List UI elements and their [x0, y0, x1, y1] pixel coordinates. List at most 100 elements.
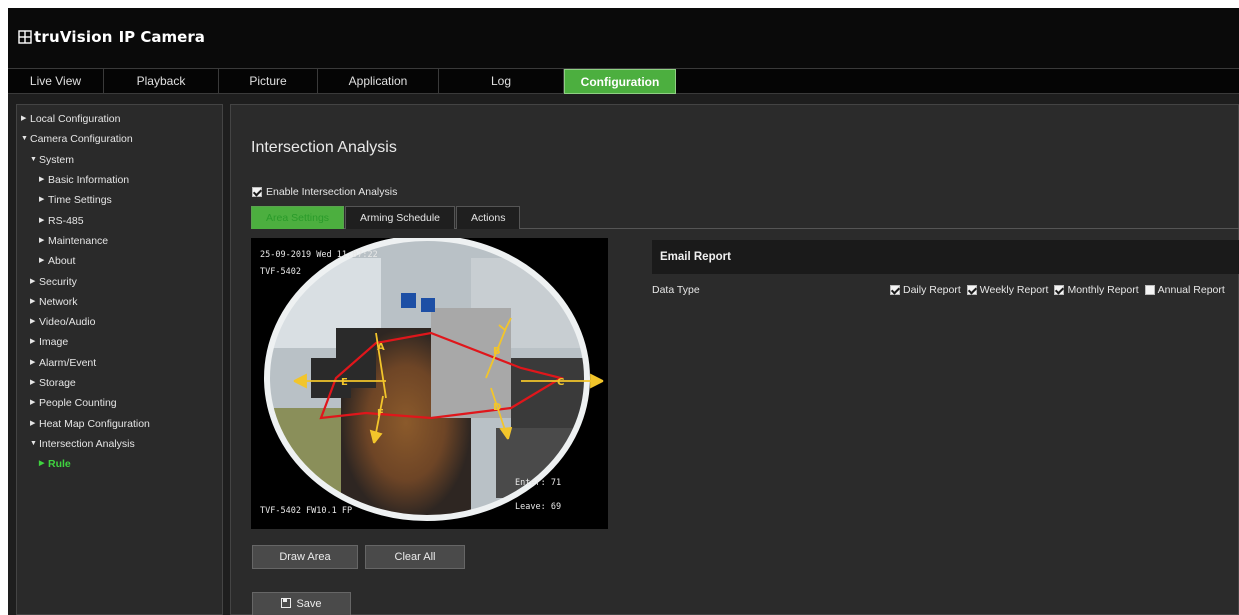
tab-application[interactable]: Application: [318, 69, 439, 94]
monthly-report-checkbox[interactable]: [1054, 285, 1065, 295]
sidebar-item-alarm-event[interactable]: ▶ Alarm/Event: [17, 353, 222, 373]
video-enter-count: Enter: 71: [515, 478, 562, 488]
save-button[interactable]: Save: [252, 592, 351, 615]
video-leave-count: Leave: 69: [515, 502, 562, 512]
tab-log[interactable]: Log: [439, 69, 564, 94]
sidebar-item-basic-information[interactable]: ▶ Basic Information: [17, 170, 222, 190]
area-label-a: A: [377, 342, 385, 353]
enable-intersection-analysis-label: Enable Intersection Analysis: [266, 186, 398, 198]
sidebar-item-label: Local Configuration: [30, 113, 121, 126]
sidebar-item-label: About: [48, 255, 76, 268]
tab-playback[interactable]: Playback: [104, 69, 219, 94]
caret-right-icon: ▶: [30, 318, 36, 326]
save-button-label: Save: [296, 598, 322, 610]
tab-live-view[interactable]: Live View: [8, 69, 104, 94]
sidebar-item-rs-485[interactable]: ▶ RS-485: [17, 210, 222, 230]
save-disk-icon: [281, 598, 292, 608]
monthly-report-label: Monthly Report: [1067, 284, 1139, 296]
sidebar-item-label: Image: [39, 336, 69, 349]
main-panel: Intersection Analysis Enable Intersectio…: [230, 104, 1239, 615]
clear-all-button[interactable]: Clear All: [365, 545, 465, 569]
caret-down-icon: ▼: [21, 135, 28, 143]
annual-report-checkbox[interactable]: [1144, 285, 1155, 295]
sidebar-item-image[interactable]: ▶ Image: [17, 332, 222, 352]
caret-right-icon: ▶: [30, 297, 36, 305]
sidebar-item-people-counting[interactable]: ▶ People Counting: [17, 393, 222, 413]
logo-mark-icon: [18, 30, 32, 44]
area-label-b: B: [493, 346, 501, 357]
sidebar-item-heat-map-configuration[interactable]: ▶ Heat Map Configuration: [17, 413, 222, 433]
enable-intersection-analysis-row[interactable]: Enable Intersection Analysis: [252, 186, 397, 198]
weekly-report-label: Weekly Report: [979, 284, 1049, 296]
enable-intersection-analysis-checkbox[interactable]: [252, 187, 262, 197]
sidebar-item-security[interactable]: ▶ Security: [17, 271, 222, 291]
area-label-f: F: [377, 408, 384, 419]
tab-picture[interactable]: Picture: [219, 69, 318, 94]
area-label-d: D: [493, 402, 501, 413]
caret-right-icon: ▶: [39, 216, 45, 224]
daily-report-checkbox[interactable]: [890, 285, 900, 295]
weekly-report-checkbox[interactable]: [966, 285, 977, 295]
caret-right-icon: ▶: [39, 176, 45, 184]
monthly-report-option[interactable]: Monthly Report: [1054, 284, 1139, 296]
sidebar-item-label: Basic Information: [48, 174, 130, 187]
sidebar-item-about[interactable]: ▶ About: [17, 251, 222, 271]
logo: truVision IP Camera: [18, 28, 205, 46]
brand-suffix: IP Camera: [118, 28, 205, 46]
video-firmware: TVF-5402 FW10.1 FP: [260, 506, 353, 516]
tab-configuration[interactable]: Configuration: [564, 69, 676, 94]
daily-report-label: Daily Report: [903, 284, 961, 296]
area-label-c: C: [557, 377, 564, 388]
annual-report-option[interactable]: Annual Report: [1144, 284, 1225, 296]
sidebar-item-rule[interactable]: ▶ Rule: [17, 454, 222, 474]
brand-name: truVision: [34, 28, 113, 46]
sidebar-item-label: Alarm/Event: [39, 356, 97, 369]
tab-area-settings[interactable]: Area Settings: [251, 206, 345, 229]
sidebar-item-label: Video/Audio: [39, 316, 96, 329]
sidebar-item-system[interactable]: ▼ System: [17, 150, 222, 170]
sidebar-item-intersection-analysis[interactable]: ▼ Intersection Analysis: [17, 434, 222, 454]
data-type-label: Data Type: [652, 284, 700, 296]
annual-report-label: Annual Report: [1157, 284, 1225, 296]
daily-report-option[interactable]: Daily Report: [890, 284, 961, 296]
caret-right-icon: ▶: [30, 399, 36, 407]
caret-right-icon: ▶: [39, 236, 45, 244]
sidebar-item-network[interactable]: ▶ Network: [17, 292, 222, 312]
sidebar-item-label: Storage: [39, 377, 76, 389]
caret-right-icon: ▶: [39, 196, 45, 204]
sidebar: ▶ Local Configuration ▼ Camera Configurati…: [16, 104, 223, 615]
draw-area-button[interactable]: Draw Area: [252, 545, 358, 569]
sidebar-item-storage[interactable]: ▶ Storage: [17, 373, 222, 393]
main-nav: Live View Playback Picture Application L…: [8, 68, 1239, 94]
caret-right-icon: ▶: [21, 115, 27, 123]
sidebar-item-label: Maintenance: [48, 234, 109, 247]
area-label-e: E: [341, 377, 348, 388]
caret-right-icon: ▶: [30, 358, 36, 366]
caret-right-icon: ▶: [30, 419, 36, 427]
weekly-report-option[interactable]: Weekly Report: [966, 284, 1049, 296]
sidebar-item-label: Network: [39, 295, 78, 308]
settings-tabs: Area Settings Arming Schedule Actions: [251, 206, 1239, 229]
sidebar-item-local-configuration[interactable]: ▶ Local Configuration: [17, 109, 222, 129]
page-title: Intersection Analysis: [251, 139, 397, 156]
sidebar-item-label: Security: [39, 275, 77, 288]
header: truVision IP Camera: [8, 8, 1239, 68]
caret-down-icon: ▼: [30, 155, 37, 163]
tab-actions[interactable]: Actions: [456, 206, 521, 229]
email-report-header: Email Report: [652, 240, 1239, 274]
sidebar-item-label: RS-485: [48, 214, 84, 227]
sidebar-item-label: Time Settings: [48, 194, 112, 207]
sidebar-item-label: People Counting: [39, 397, 117, 410]
video-preview[interactable]: A B C D E F 25-09-2019 Wed 11:07:22 TVF-…: [251, 238, 608, 529]
sidebar-item-time-settings[interactable]: ▶ Time Settings: [17, 190, 222, 210]
video-camera-name: TVF-5402: [260, 267, 301, 277]
sidebar-item-video-audio[interactable]: ▶ Video/Audio: [17, 312, 222, 332]
caret-down-icon: ▼: [30, 439, 37, 447]
sidebar-item-camera-configuration[interactable]: ▼ Camera Configuration: [17, 129, 222, 149]
tab-arming-schedule[interactable]: Arming Schedule: [345, 206, 456, 229]
caret-right-icon: ▶: [39, 257, 45, 265]
report-options: Daily Report Weekly Report Monthly Repor…: [890, 284, 1231, 296]
sidebar-item-maintenance[interactable]: ▶ Maintenance: [17, 231, 222, 251]
caret-right-icon: ▶: [39, 460, 45, 468]
sidebar-item-label: Rule: [48, 458, 71, 471]
